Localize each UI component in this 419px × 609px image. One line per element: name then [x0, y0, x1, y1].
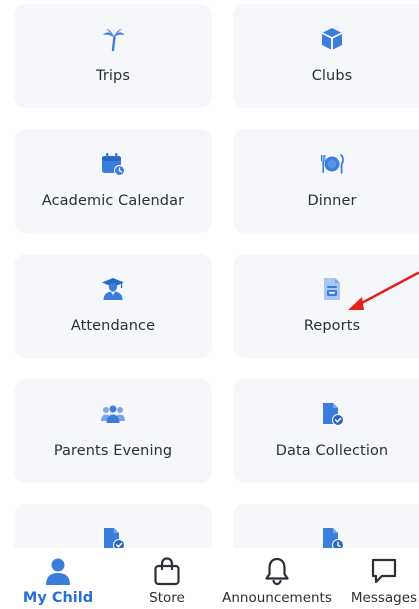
tile-data-collection[interactable]: Data Collection	[233, 379, 419, 483]
tile-clubs[interactable]: Clubs	[233, 4, 419, 108]
nav-label-messages: Messages	[350, 590, 418, 606]
palm-tree-icon	[100, 26, 126, 52]
nav-label-announcements: Announcements	[222, 590, 332, 606]
tile-label-reports: Reports	[303, 318, 361, 334]
nav-store[interactable]: Store	[128, 548, 206, 609]
bottom-navigation: My Child Store Announcements Messages	[0, 548, 419, 609]
person-icon	[43, 556, 73, 586]
nav-announcements[interactable]: Announcements	[220, 548, 334, 609]
cube-icon	[319, 26, 345, 52]
tile-label-attendance: Attendance	[70, 318, 156, 334]
tile-label-clubs: Clubs	[311, 68, 353, 84]
tile-academic-calendar[interactable]: Academic Calendar	[14, 129, 212, 233]
document-check-icon	[319, 401, 345, 427]
nav-messages[interactable]: Messages	[349, 548, 419, 609]
bell-icon	[262, 556, 292, 586]
tile-label-academic-calendar: Academic Calendar	[41, 193, 185, 209]
people-group-icon	[100, 401, 126, 427]
app-screen: Trips Clubs Academic Calendar Dinner Att…	[0, 0, 419, 609]
message-icon	[369, 556, 399, 586]
tile-attendance[interactable]: Attendance	[14, 254, 212, 358]
tile-dinner[interactable]: Dinner	[233, 129, 419, 233]
tile-parents-evening[interactable]: Parents Evening	[14, 379, 212, 483]
tile-label-data-collection: Data Collection	[275, 443, 389, 459]
annotation-arrow-icon	[348, 271, 419, 310]
nav-label-store: Store	[149, 590, 185, 606]
plate-cutlery-icon	[319, 151, 345, 177]
nav-label-my-child: My Child	[22, 590, 94, 606]
shopping-bag-icon	[152, 556, 182, 586]
tile-label-parents-evening: Parents Evening	[53, 443, 173, 459]
tile-label-trips: Trips	[96, 68, 130, 84]
calendar-clock-icon	[100, 151, 126, 177]
tile-label-dinner: Dinner	[307, 193, 357, 209]
graduate-icon	[100, 276, 126, 302]
nav-my-child[interactable]: My Child	[12, 548, 104, 609]
tile-trips[interactable]: Trips	[14, 4, 212, 108]
